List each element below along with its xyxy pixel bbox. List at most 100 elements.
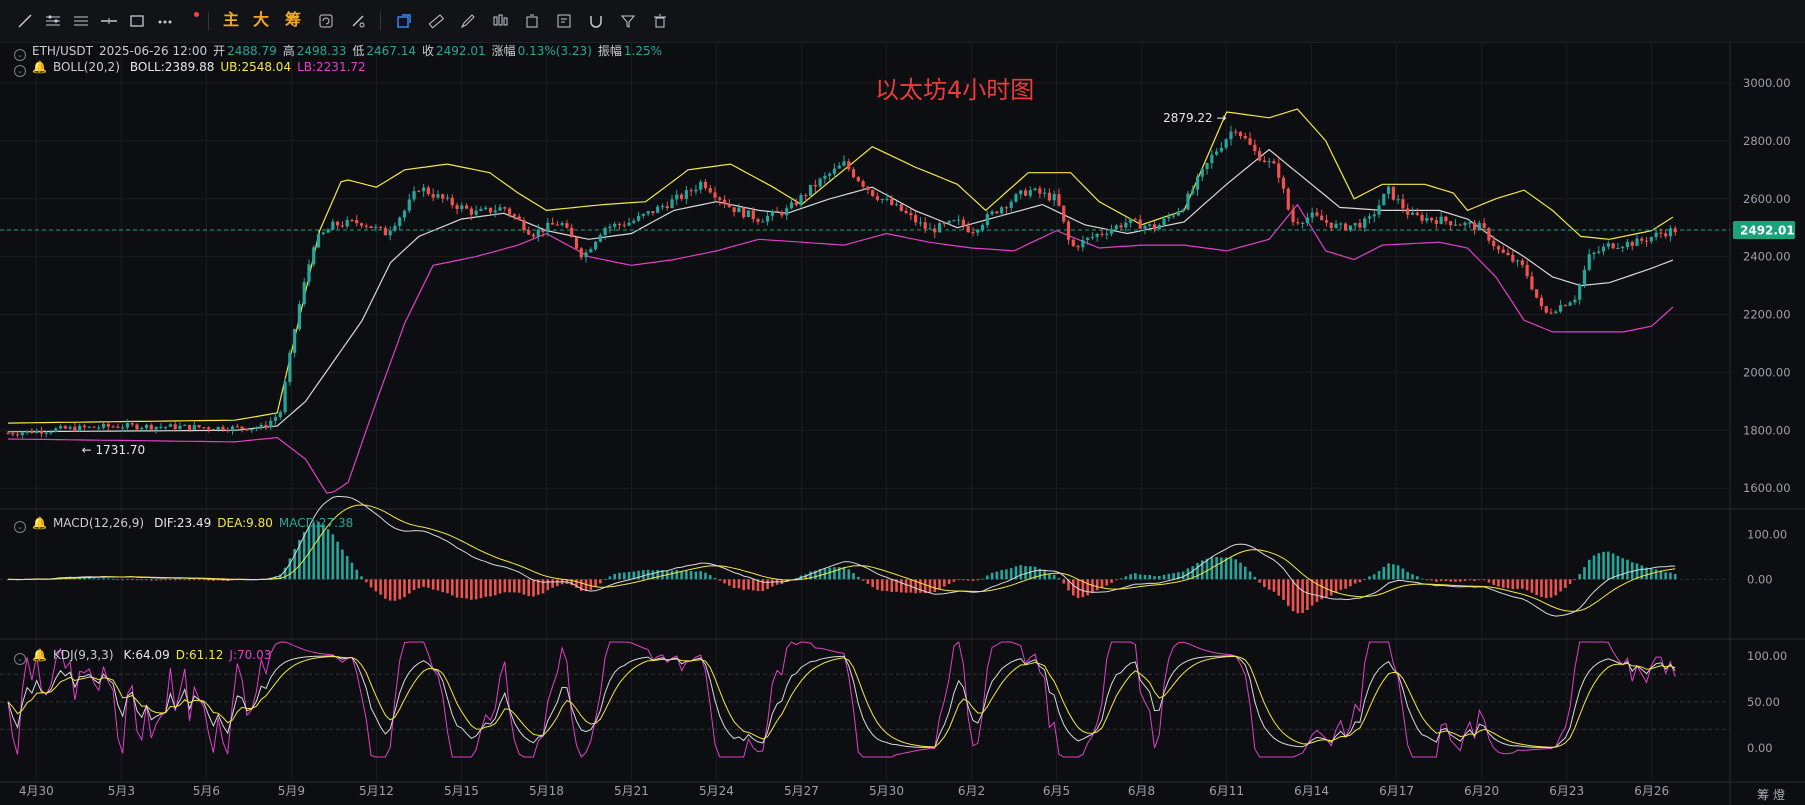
candle-body: [689, 190, 693, 192]
candle-body: [527, 230, 531, 235]
macd-histogram-bar: [551, 579, 554, 588]
candle-body: [116, 426, 120, 428]
macd-histogram-bar: [1315, 579, 1319, 602]
time-axis: 4月30 5月3 5月6 5月9 5月12 5月15 5月18 5月21 5月24 5月27 5月3…: [19, 784, 1669, 798]
macd-histogram-bar: [470, 579, 473, 600]
ruler-icon[interactable]: [425, 10, 447, 32]
candle-body: [1076, 246, 1080, 248]
candle-body: [49, 431, 53, 433]
macd-histogram-bar: [1387, 563, 1390, 580]
macd-histogram-bar: [493, 579, 497, 596]
bell-icon[interactable]: 🔔: [32, 648, 47, 662]
cursor-tool-icon[interactable]: [393, 10, 415, 32]
macd-histogram-bar: [1072, 579, 1075, 596]
time-tick-label: 5月21: [614, 784, 649, 798]
macd-histogram-bar: [92, 578, 96, 580]
macd-histogram-bar: [1277, 579, 1281, 596]
candle-body: [1463, 222, 1467, 226]
collapse-icon[interactable]: ⌄: [14, 65, 26, 77]
candle-body: [345, 219, 349, 227]
macd-histogram-bar: [1172, 573, 1175, 580]
candle-body: [1310, 212, 1314, 218]
candle-body: [546, 222, 550, 232]
macd-histogram-bar: [1086, 579, 1089, 596]
candle-body: [307, 264, 311, 283]
macd-histogram-bar: [398, 579, 402, 600]
macd-histogram-bar: [1286, 579, 1290, 606]
candle-body: [130, 423, 134, 425]
chart-canvas[interactable]: 2879.22 → ← 1731.70 1600.00 1800.00 2000.00…: [0, 42, 1805, 805]
macd-histogram-bar: [130, 578, 134, 580]
macd-histogram-bar: [1105, 579, 1109, 586]
candle-body: [775, 210, 779, 213]
time-tick-label: 5月18: [529, 784, 564, 798]
candle-body: [1062, 205, 1066, 222]
candle-body: [1157, 224, 1161, 230]
candle-body: [1549, 312, 1553, 314]
candle-body: [885, 198, 889, 200]
macd-histogram-bar: [150, 579, 153, 581]
macd-dif: DIF:23.49: [154, 516, 212, 530]
brush-icon[interactable]: [347, 10, 369, 32]
macd-histogram-bar: [450, 579, 454, 596]
candle-body: [1472, 222, 1477, 230]
trash-icon[interactable]: [649, 10, 671, 32]
pen-icon[interactable]: [457, 10, 479, 32]
kdj-d: D:61.12: [175, 648, 224, 662]
multi-line-tool-icon[interactable]: [42, 10, 64, 32]
macd-histogram-bar: [1363, 579, 1367, 580]
refresh-icon[interactable]: [315, 10, 337, 32]
candle-body: [1320, 215, 1324, 221]
macd-histogram-bar: [202, 579, 206, 581]
macd-histogram-bar: [527, 579, 531, 596]
bell-icon[interactable]: 🔔: [32, 60, 47, 74]
line-tool-icon[interactable]: [14, 10, 36, 32]
time-tick-label: 6月17: [1379, 784, 1414, 798]
candle-body: [1563, 305, 1567, 307]
macd-histogram-bar: [1607, 551, 1610, 580]
big-indicator-button[interactable]: 大: [250, 10, 272, 32]
clone-icon[interactable]: [521, 10, 543, 32]
macd-histogram-bar: [986, 575, 989, 580]
candle-body: [1133, 218, 1138, 220]
candle-body: [1544, 306, 1548, 313]
macd-histogram-bar: [1224, 557, 1228, 580]
chip-indicator-button[interactable]: 筹: [282, 10, 304, 32]
horizontal-line-tool-icon[interactable]: [98, 10, 120, 32]
candle-body: [1253, 144, 1257, 152]
candle-body: [192, 425, 196, 430]
candle-body: [407, 199, 411, 211]
edit-icon[interactable]: [553, 10, 575, 32]
bell-icon[interactable]: 🔔: [32, 516, 47, 530]
collapse-icon[interactable]: ⌄: [14, 521, 26, 533]
macd-histogram-bar: [1626, 559, 1629, 580]
last-price-label: 2492.01: [1740, 224, 1795, 238]
parallel-tool-icon[interactable]: [70, 10, 92, 32]
candle-body: [474, 210, 478, 215]
candle-indicator-icon[interactable]: [489, 10, 511, 32]
macd-histogram-bar: [732, 579, 736, 589]
macd-histogram-bar: [183, 579, 187, 581]
candle-body: [732, 207, 736, 213]
candle-body: [393, 225, 397, 231]
candle-body: [1644, 240, 1649, 242]
more-tool-icon[interactable]: [154, 10, 176, 32]
main-indicator-button[interactable]: 主: [220, 10, 242, 32]
macd-histogram-bar: [1243, 566, 1247, 580]
candle-body: [794, 202, 798, 206]
magnet-icon[interactable]: [585, 10, 607, 32]
candle-body: [1649, 237, 1653, 242]
candle-body: [727, 204, 731, 208]
candle-body: [44, 432, 48, 434]
rectangle-tool-icon[interactable]: [126, 10, 148, 32]
collapse-icon[interactable]: ⌄: [14, 653, 26, 665]
macd-panel: [0, 495, 1730, 617]
macd-histogram-bar: [1473, 579, 1476, 582]
amplitude-value: 1.25%: [623, 44, 663, 58]
bottom-right-controls[interactable]: 筹 燈: [1757, 786, 1785, 803]
candle-body: [665, 206, 669, 208]
filter-icon[interactable]: [617, 10, 639, 32]
candle-body: [1200, 169, 1204, 177]
candle-body: [6, 433, 10, 435]
candle-body: [1023, 190, 1028, 196]
